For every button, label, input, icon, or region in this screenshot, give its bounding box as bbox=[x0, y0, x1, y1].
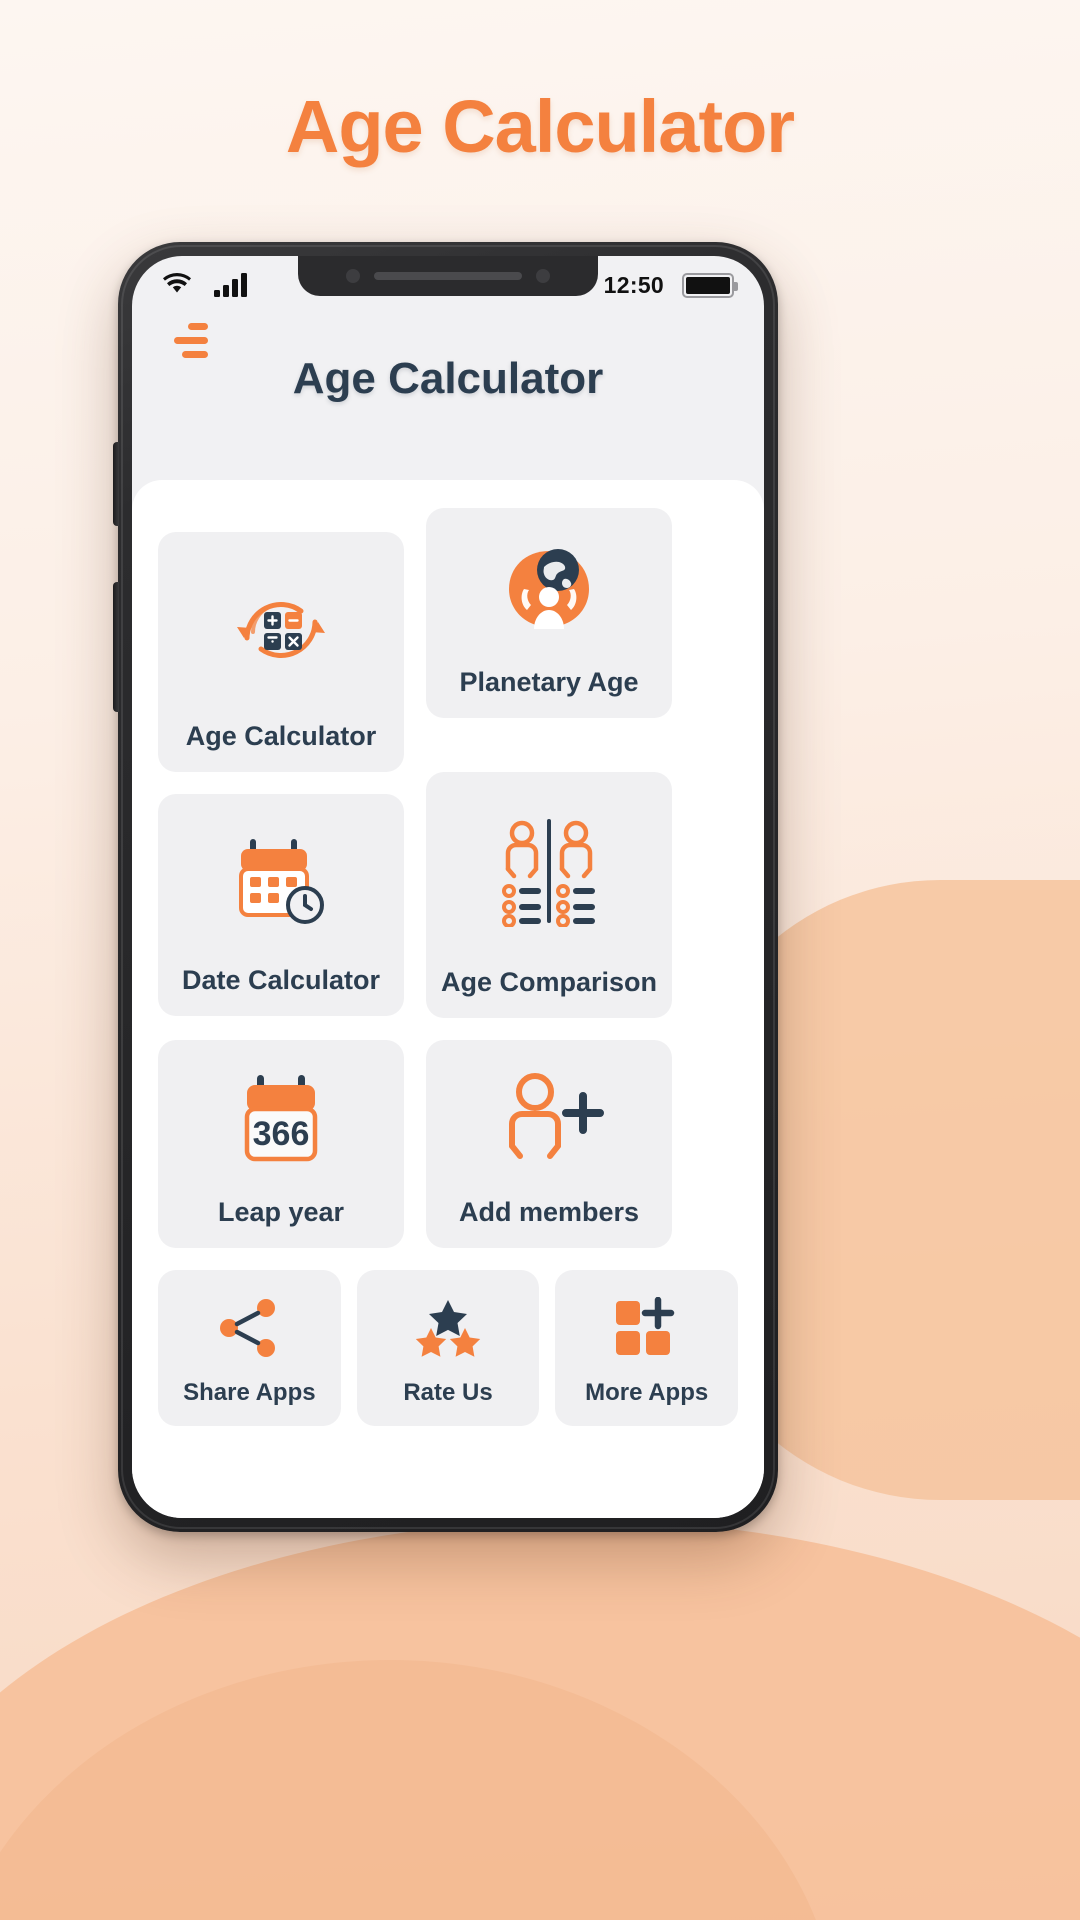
tile-add-members[interactable]: Add members bbox=[426, 1040, 672, 1248]
status-bar: 12:50 bbox=[132, 256, 764, 314]
share-icon bbox=[168, 1290, 331, 1366]
status-bar-left bbox=[162, 273, 248, 297]
hamburger-menu-icon[interactable] bbox=[162, 320, 208, 360]
feature-row: Age Calculator Planetary Age bbox=[158, 508, 738, 772]
tile-leap-year[interactable]: 366 Leap year bbox=[158, 1040, 404, 1248]
calendar-clock-icon bbox=[168, 810, 394, 952]
tile-label: Add members bbox=[458, 1197, 640, 1228]
tile-label: Rate Us bbox=[403, 1378, 493, 1406]
svg-text:366: 366 bbox=[253, 1115, 310, 1153]
tile-label: Date Calculator bbox=[181, 965, 381, 996]
grid-plus-icon bbox=[565, 1290, 728, 1366]
tile-label: Age Calculator bbox=[185, 721, 377, 752]
tile-share-apps[interactable]: Share Apps bbox=[158, 1270, 341, 1426]
app-header: Age Calculator bbox=[132, 314, 764, 430]
tile-age-calculator[interactable]: Age Calculator bbox=[158, 532, 404, 772]
wifi-icon bbox=[162, 273, 192, 297]
person-plus-icon bbox=[436, 1056, 662, 1184]
tile-label: Leap year bbox=[217, 1197, 345, 1228]
status-bar-clock: 12:50 bbox=[603, 271, 664, 298]
tile-planetary-age[interactable]: Planetary Age bbox=[426, 508, 672, 718]
stars-rating-icon bbox=[367, 1290, 530, 1366]
calculator-refresh-icon bbox=[168, 548, 394, 708]
battery-full-icon bbox=[682, 272, 738, 298]
page-title: Age Calculator bbox=[285, 85, 795, 168]
tile-label: Planetary Age bbox=[459, 667, 639, 698]
feature-row: 366 Leap year Add members bbox=[158, 1040, 738, 1248]
tile-date-calculator[interactable]: Date Calculator bbox=[158, 794, 404, 1016]
phone-volume-button bbox=[113, 442, 119, 526]
cellular-signal-icon bbox=[214, 273, 248, 297]
phone-power-button bbox=[113, 582, 119, 712]
two-people-compare-icon bbox=[436, 788, 662, 954]
hamburger-line-1 bbox=[188, 322, 208, 330]
hamburger-line-3 bbox=[182, 350, 208, 358]
feature-grid: Age Calculator Planetary Age Date Calcul… bbox=[158, 508, 739, 1426]
feature-row: Date Calculator Age Comparison bbox=[158, 772, 738, 1018]
phone-mockup: 12:50 Age Calculator Age Calculator Plan… bbox=[113, 242, 778, 1532]
content-sheet: Age Calculator Planetary Age Date Calcul… bbox=[132, 480, 764, 1518]
feature-row-small: Share Apps Rate Us More Apps bbox=[158, 1270, 739, 1426]
app-title: Age Calculator bbox=[292, 354, 604, 403]
planet-globe-icon bbox=[436, 524, 662, 654]
tile-rate-us[interactable]: Rate Us bbox=[356, 1270, 540, 1426]
tile-label: Age Comparison bbox=[440, 967, 658, 998]
phone-screen: 12:50 Age Calculator Age Calculator Plan… bbox=[132, 256, 764, 1518]
tile-age-comparison[interactable]: Age Comparison bbox=[426, 772, 672, 1018]
tile-more-apps[interactable]: More Apps bbox=[555, 1270, 739, 1426]
hamburger-line-2 bbox=[174, 336, 208, 344]
tile-label: Share Apps bbox=[183, 1378, 316, 1406]
calendar-366-icon: 366 bbox=[168, 1056, 394, 1184]
tile-label: More Apps bbox=[585, 1378, 709, 1406]
status-bar-right: 12:50 bbox=[603, 271, 738, 299]
